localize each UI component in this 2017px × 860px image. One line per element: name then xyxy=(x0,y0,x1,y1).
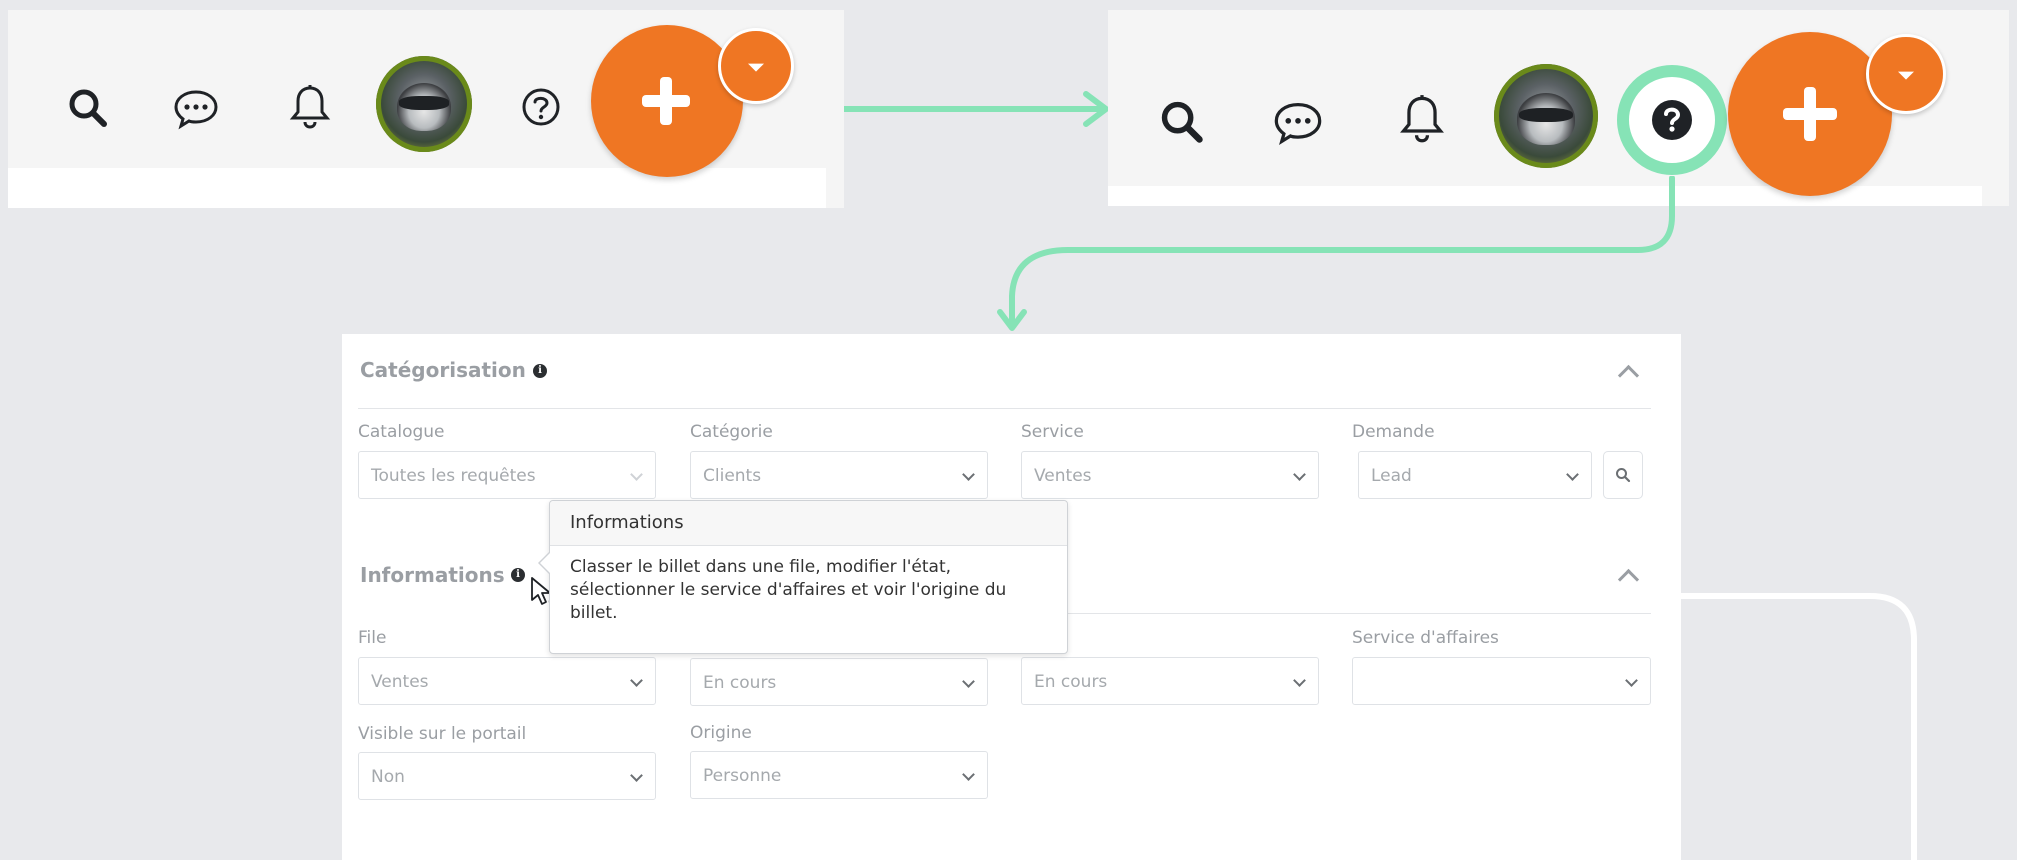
demande-search-button[interactable] xyxy=(1603,451,1643,499)
chevron-down-icon xyxy=(1566,468,1579,481)
decorative-outline xyxy=(1680,593,1917,860)
visible-portail-select[interactable]: Non xyxy=(358,752,656,800)
add-menu-button[interactable] xyxy=(718,28,794,104)
statut-select[interactable]: En cours xyxy=(1021,657,1319,705)
add-button[interactable] xyxy=(591,25,743,177)
search-icon xyxy=(1616,468,1631,483)
chevron-down-icon xyxy=(630,769,643,782)
chevron-down-icon xyxy=(962,768,975,781)
add-button[interactable] xyxy=(1728,32,1892,196)
plus-icon xyxy=(660,77,672,125)
avatar[interactable] xyxy=(1494,64,1598,168)
catalogue-value: Toutes les requêtes xyxy=(371,466,536,486)
field-label-origine: Origine xyxy=(690,723,752,743)
field-label-visible-portail: Visible sur le portail xyxy=(358,724,527,744)
info-icon[interactable]: i xyxy=(533,364,547,378)
section-title-categorisation: Catégorisation xyxy=(360,358,526,382)
chat-icon[interactable] xyxy=(1272,100,1324,146)
section-divider xyxy=(1066,613,1651,614)
connector-arrow xyxy=(997,176,1675,331)
chevron-down-icon xyxy=(630,674,643,687)
field-label-file: File xyxy=(358,628,387,648)
chat-icon[interactable] xyxy=(172,88,220,130)
caret-down-icon xyxy=(748,63,764,72)
demande-select[interactable]: Lead xyxy=(1358,451,1592,499)
catalogue-select[interactable]: Toutes les requêtes xyxy=(358,451,656,499)
statut-value: En cours xyxy=(1034,672,1108,692)
header-before-strip xyxy=(8,168,826,208)
search-icon[interactable] xyxy=(1158,98,1206,146)
avatar-mask xyxy=(1518,107,1574,123)
transition-arrow-line xyxy=(844,106,1104,112)
tooltip-title: Informations xyxy=(550,501,1067,546)
chevron-down-icon xyxy=(1293,468,1306,481)
caret-down-icon xyxy=(1898,71,1914,80)
info-tooltip: Informations Classer le billet dans une … xyxy=(538,500,1068,654)
help-icon[interactable] xyxy=(520,86,562,128)
field-label-service: Service xyxy=(1021,422,1084,442)
file-value: Ventes xyxy=(371,672,429,692)
etat-value: En cours xyxy=(703,673,777,693)
origine-select[interactable]: Personne xyxy=(690,751,988,799)
chevron-down-icon xyxy=(962,468,975,481)
visible-portail-value: Non xyxy=(371,767,405,787)
section-title-informations: Informations xyxy=(360,563,505,587)
search-icon[interactable] xyxy=(66,86,110,130)
info-icon[interactable]: i xyxy=(511,568,525,582)
service-value: Ventes xyxy=(1034,466,1092,486)
origine-value: Personne xyxy=(703,766,782,786)
chevron-down-icon xyxy=(1293,674,1306,687)
chevron-down-icon xyxy=(1625,674,1638,687)
file-select[interactable]: Ventes xyxy=(358,657,656,705)
help-icon-highlighted[interactable] xyxy=(1614,62,1730,178)
bell-icon[interactable] xyxy=(289,84,331,130)
service-affaires-select[interactable] xyxy=(1352,657,1651,705)
tooltip-tail xyxy=(538,551,551,575)
field-label-catalogue: Catalogue xyxy=(358,422,445,442)
field-label-categorie: Catégorie xyxy=(690,422,773,442)
field-label-service-affaires: Service d'affaires xyxy=(1352,628,1499,648)
demande-value: Lead xyxy=(1371,466,1412,486)
service-select[interactable]: Ventes xyxy=(1021,451,1319,499)
field-label-demande: Demande xyxy=(1352,422,1435,442)
plus-icon xyxy=(1804,87,1816,141)
section-divider xyxy=(358,408,1651,409)
add-menu-button[interactable] xyxy=(1866,34,1946,114)
etat-select[interactable]: En cours xyxy=(690,658,988,706)
chevron-down-icon xyxy=(630,468,643,481)
categorie-select[interactable]: Clients xyxy=(690,451,988,499)
chevron-down-icon xyxy=(962,675,975,688)
bell-icon[interactable] xyxy=(1399,94,1445,144)
avatar[interactable] xyxy=(376,56,472,152)
categorie-value: Clients xyxy=(703,466,762,486)
avatar-mask xyxy=(399,96,449,110)
tooltip-body: Classer le billet dans une file, modifie… xyxy=(570,557,1007,623)
